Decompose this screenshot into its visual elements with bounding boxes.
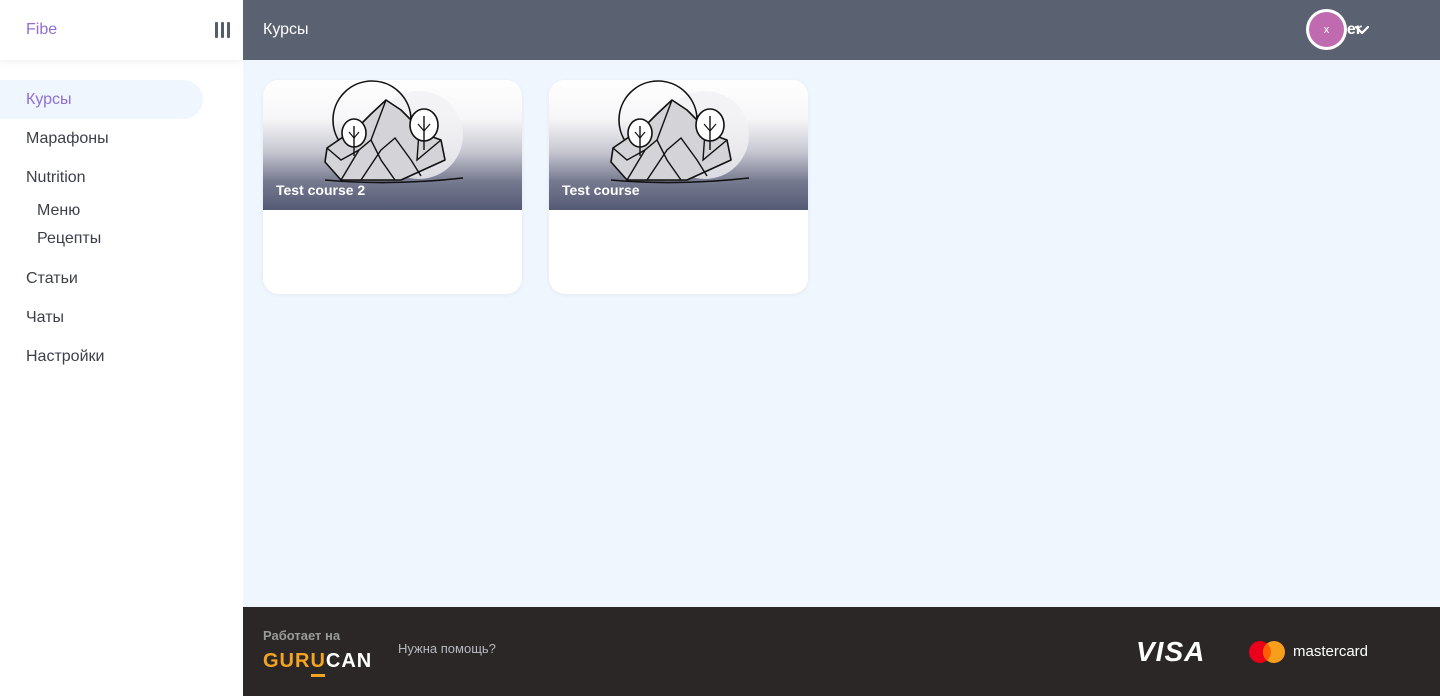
sidebar: Fibe Курсы Марафоны Nutrition Меню Рецеп… xyxy=(0,0,243,696)
footer: Работает на GURUCAN Нужна помощь? VISA m… xyxy=(243,607,1440,696)
nutrition-submenu: Меню Рецепты xyxy=(0,197,243,259)
visa-logo: VISA xyxy=(1136,636,1206,667)
page-title: Курсы xyxy=(263,21,309,38)
gurucan-logo[interactable]: GURUCAN xyxy=(263,650,373,677)
sidebar-item-articles[interactable]: Статьи xyxy=(0,259,243,298)
sidebar-subitem-menu[interactable]: Меню xyxy=(0,197,243,225)
placeholder-landscape-icon xyxy=(324,80,464,184)
gurucan-logo-part2: U xyxy=(310,650,326,677)
chevron-down-icon[interactable] xyxy=(1353,21,1371,39)
sidebar-item-settings[interactable]: Настройки xyxy=(0,337,243,376)
hamburger-icon[interactable] xyxy=(215,22,230,38)
sidebar-item-marathons[interactable]: Марафоны xyxy=(0,119,243,158)
main-content: Test course 2 Test course xyxy=(243,60,1440,607)
gurucan-logo-part1: GUR xyxy=(263,650,311,672)
sidebar-nav: Курсы Марафоны Nutrition Меню Рецепты Ст… xyxy=(0,60,243,376)
avatar-initial: x xyxy=(1309,12,1344,47)
sidebar-item-chats[interactable]: Чаты xyxy=(0,298,243,337)
powered-by-label: Работает на xyxy=(263,628,341,643)
course-cover: Test course 2 xyxy=(263,80,522,210)
course-title: Test course 2 xyxy=(276,182,366,198)
mastercard-label: mastercard xyxy=(1293,643,1369,660)
gurucan-logo-part3: CAN xyxy=(325,650,373,672)
course-title: Test course xyxy=(562,182,640,198)
top-header: Курсы xomer x xyxy=(243,0,1440,60)
course-cover: Test course xyxy=(549,80,808,210)
avatar[interactable]: x xyxy=(1306,9,1347,50)
course-card[interactable]: Test course 2 xyxy=(263,80,522,294)
sidebar-subitem-recipes[interactable]: Рецепты xyxy=(0,225,243,253)
help-link[interactable]: Нужна помощь? xyxy=(398,641,496,656)
sidebar-item-nutrition[interactable]: Nutrition xyxy=(0,158,243,197)
mastercard-icon xyxy=(1249,641,1285,663)
brand-logo[interactable]: Fibe xyxy=(26,21,57,39)
brand-bar: Fibe xyxy=(0,0,243,60)
course-card[interactable]: Test course xyxy=(549,80,808,294)
placeholder-landscape-icon xyxy=(610,80,750,184)
sidebar-item-courses[interactable]: Курсы xyxy=(0,80,203,119)
